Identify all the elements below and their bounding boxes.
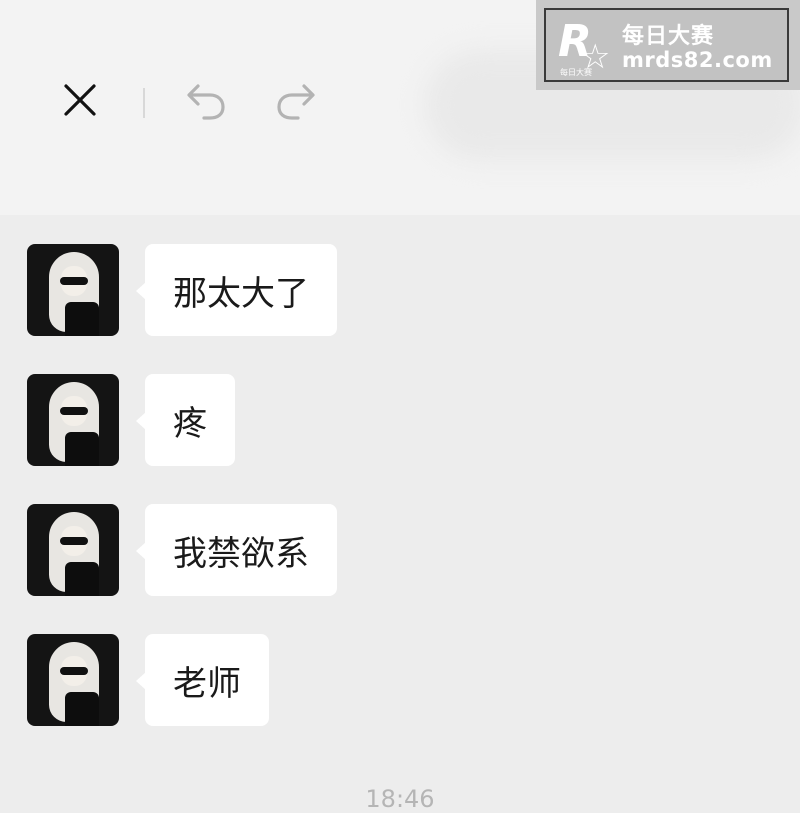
- undo-button[interactable]: [184, 78, 228, 122]
- close-button[interactable]: [58, 78, 102, 122]
- message-timestamp: 18:46: [365, 785, 435, 813]
- redo-icon: [277, 84, 315, 120]
- message-bubble[interactable]: 我禁欲系: [136, 504, 337, 596]
- avatar[interactable]: [27, 504, 119, 596]
- watermark: R ☆ 每日大赛 每日大赛 mrds82.com: [536, 0, 800, 90]
- message-bubble[interactable]: 疼: [136, 374, 235, 466]
- watermark-logo: R ☆ 每日大赛: [558, 18, 620, 78]
- avatar[interactable]: [27, 244, 119, 336]
- watermark-title: 每日大赛: [622, 24, 715, 49]
- message-bubble[interactable]: 那太大了: [136, 244, 337, 336]
- avatar[interactable]: [27, 374, 119, 466]
- close-icon: [64, 84, 96, 116]
- avatar[interactable]: [27, 634, 119, 726]
- watermark-logo-small: 每日大赛: [560, 68, 592, 77]
- watermark-url: mrds82.com: [622, 48, 773, 72]
- toolbar-divider: [143, 88, 145, 118]
- undo-icon: [187, 84, 225, 120]
- redo-button[interactable]: [274, 78, 318, 122]
- watermark-frame: R ☆ 每日大赛 每日大赛 mrds82.com: [544, 8, 789, 82]
- message-bubble[interactable]: 老师: [136, 634, 269, 726]
